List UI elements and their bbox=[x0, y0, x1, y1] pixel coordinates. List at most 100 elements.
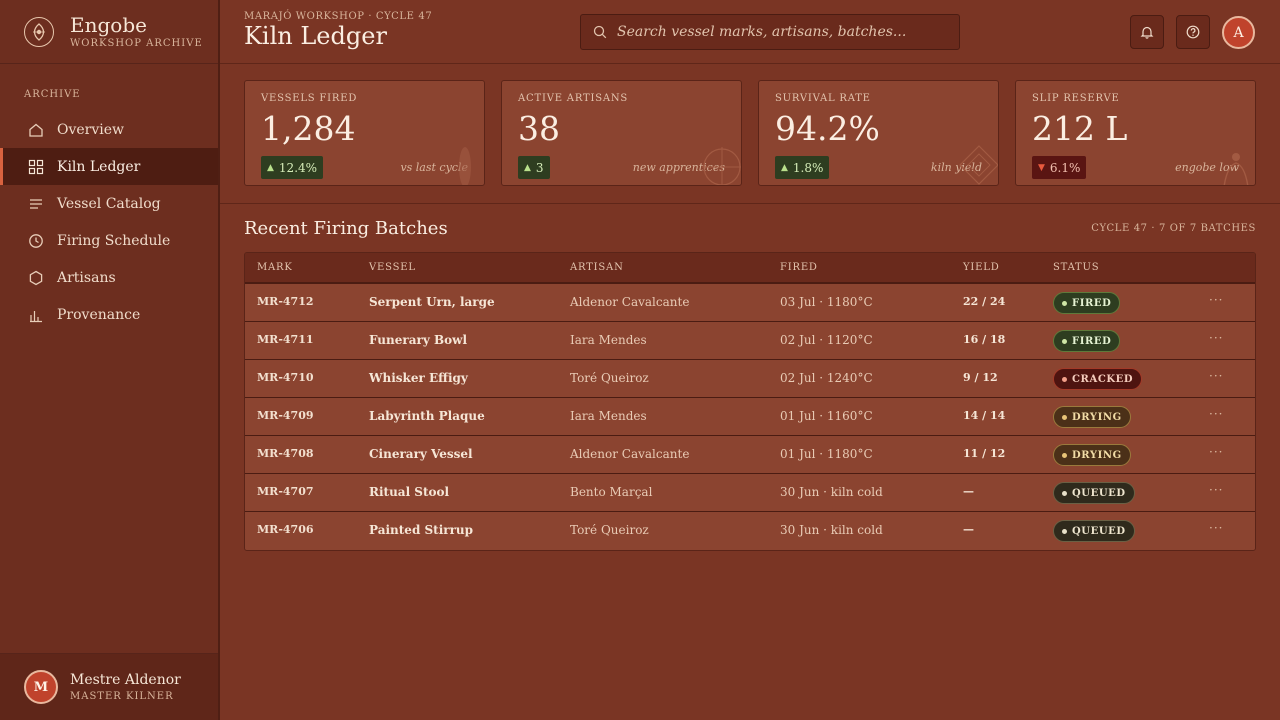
cell-yield: 16 / 18 bbox=[963, 333, 1006, 346]
sidebar-item-artisans[interactable]: Artisans bbox=[0, 259, 218, 296]
column-header-vessel[interactable]: VESSEL bbox=[369, 262, 416, 273]
cell-status: CRACKED bbox=[1053, 368, 1143, 390]
column-header-status[interactable]: STATUS bbox=[1053, 262, 1099, 273]
search-box[interactable] bbox=[580, 14, 960, 50]
sidebar-item-label: Firing Schedule bbox=[57, 232, 171, 249]
sidebar-item-kiln-ledger[interactable]: Kiln Ledger bbox=[0, 148, 218, 185]
cell-artisan: Toré Queiroz bbox=[570, 523, 649, 537]
status-dot-icon bbox=[1062, 452, 1067, 458]
status-dot-icon bbox=[1062, 490, 1067, 496]
cell-mark: MR-4711 bbox=[257, 333, 314, 346]
kpi-delta-badge: ▼ 6.1% bbox=[1032, 156, 1087, 179]
home-icon bbox=[28, 122, 44, 138]
table-row[interactable]: MR-4707 Ritual Stool Bento Marçal 30 Jun… bbox=[245, 474, 1255, 512]
sidebar-item-label: Overview bbox=[57, 121, 125, 138]
column-header-mark[interactable]: MARK bbox=[257, 262, 293, 273]
hexagon-icon bbox=[28, 270, 44, 286]
kpi-value: 1,284 bbox=[261, 109, 356, 148]
cell-yield: — bbox=[963, 523, 974, 536]
sidebar-item-overview[interactable]: Overview bbox=[0, 111, 218, 148]
crosshair-decoration-icon bbox=[702, 147, 741, 185]
table-row[interactable]: MR-4708 Cinerary Vessel Aldenor Cavalcan… bbox=[245, 436, 1255, 474]
cell-mark: MR-4712 bbox=[257, 295, 314, 308]
user-name: Mestre Aldenor bbox=[70, 672, 181, 688]
sidebar-item-label: Artisans bbox=[57, 269, 116, 286]
kpi-card-vessels-fired: VESSELS FIRED 1,284 ▲ 12.4% vs last cycl… bbox=[244, 80, 485, 186]
cell-fired: 30 Jun · kiln cold bbox=[780, 485, 883, 499]
kpi-label: ACTIVE ARTISANS bbox=[518, 93, 629, 104]
bar-chart-icon bbox=[28, 307, 44, 323]
list-icon bbox=[28, 196, 44, 212]
diamond-decoration-icon bbox=[959, 145, 998, 185]
account-avatar[interactable]: A bbox=[1222, 16, 1255, 49]
cell-yield: 14 / 14 bbox=[963, 409, 1006, 422]
sidebar-section-label: ARCHIVE bbox=[24, 89, 81, 100]
cell-fired: 01 Jul · 1160°C bbox=[780, 409, 873, 423]
section-title: Recent Firing Batches bbox=[244, 218, 448, 239]
table-row[interactable]: MR-4709 Labyrinth Plaque Iara Mendes 01 … bbox=[245, 398, 1255, 436]
cell-mark: MR-4706 bbox=[257, 523, 314, 536]
cell-vessel: Cinerary Vessel bbox=[369, 447, 473, 461]
kpi-value: 38 bbox=[518, 109, 560, 148]
brand[interactable]: Engobe WORKSHOP ARCHIVE bbox=[0, 0, 218, 64]
status-badge: QUEUED bbox=[1053, 482, 1135, 504]
kpi-card-active-artisans: ACTIVE ARTISANS 38 ▲ 3 new apprentices bbox=[501, 80, 742, 186]
bell-icon bbox=[1140, 25, 1154, 39]
status-badge: FIRED bbox=[1053, 330, 1121, 352]
cell-vessel: Labyrinth Plaque bbox=[369, 409, 485, 423]
row-more-button[interactable]: ··· bbox=[1209, 445, 1223, 459]
user-profile[interactable]: M Mestre Aldenor MASTER KILNER bbox=[0, 653, 218, 720]
status-label: QUEUED bbox=[1072, 487, 1126, 499]
arrow-down-icon: ▼ bbox=[1038, 162, 1045, 173]
cell-vessel: Ritual Stool bbox=[369, 485, 450, 499]
kpi-delta-value: 12.4% bbox=[278, 160, 318, 175]
table-row[interactable]: MR-4712 Serpent Urn, large Aldenor Caval… bbox=[245, 284, 1255, 322]
kpi-value: 212 L bbox=[1032, 109, 1128, 148]
table-row[interactable]: MR-4706 Painted Stirrup Toré Queiroz 30 … bbox=[245, 512, 1255, 550]
cell-status: FIRED bbox=[1053, 292, 1121, 314]
cell-fired: 01 Jul · 1180°C bbox=[780, 447, 873, 461]
brand-subtitle: WORKSHOP ARCHIVE bbox=[70, 38, 203, 49]
column-header-artisan[interactable]: ARTISAN bbox=[570, 262, 624, 273]
notifications-button[interactable] bbox=[1130, 15, 1164, 49]
row-more-button[interactable]: ··· bbox=[1209, 369, 1223, 383]
row-more-button[interactable]: ··· bbox=[1209, 521, 1223, 535]
section-divider bbox=[220, 203, 1280, 204]
cell-fired: 03 Jul · 1180°C bbox=[780, 295, 873, 309]
cell-artisan: Iara Mendes bbox=[570, 333, 647, 347]
sidebar-item-firing-schedule[interactable]: Firing Schedule bbox=[0, 222, 218, 259]
sidebar: Engobe WORKSHOP ARCHIVE ARCHIVE Overview… bbox=[0, 0, 220, 720]
sidebar-item-label: Vessel Catalog bbox=[57, 195, 161, 212]
status-badge: QUEUED bbox=[1053, 520, 1135, 542]
kpi-card-slip-reserve: SLIP RESERVE 212 L ▼ 6.1% engobe low bbox=[1015, 80, 1256, 186]
sidebar-nav: Overview Kiln Ledger Vessel Catalog Firi… bbox=[0, 111, 218, 333]
search-input[interactable] bbox=[617, 24, 947, 40]
cell-vessel: Painted Stirrup bbox=[369, 523, 474, 537]
kpi-value: 94.2% bbox=[775, 109, 880, 148]
row-more-button[interactable]: ··· bbox=[1209, 483, 1223, 497]
arrow-up-icon: ▲ bbox=[781, 162, 788, 173]
arrow-up-icon: ▲ bbox=[524, 162, 531, 173]
table-row[interactable]: MR-4710 Whisker Effigy Toré Queiroz 02 J… bbox=[245, 360, 1255, 398]
search-icon bbox=[593, 25, 607, 39]
column-header-yield[interactable]: YIELD bbox=[963, 262, 1000, 273]
row-more-button[interactable]: ··· bbox=[1209, 293, 1223, 307]
cell-yield: 9 / 12 bbox=[963, 371, 998, 384]
cell-artisan: Aldenor Cavalcante bbox=[570, 447, 690, 461]
sidebar-item-vessel-catalog[interactable]: Vessel Catalog bbox=[0, 185, 218, 222]
column-header-fired[interactable]: FIRED bbox=[780, 262, 818, 273]
firing-batches-table: MARK VESSEL ARTISAN FIRED YIELD STATUS M… bbox=[244, 252, 1256, 551]
sidebar-item-provenance[interactable]: Provenance bbox=[0, 296, 218, 333]
help-button[interactable] bbox=[1176, 15, 1210, 49]
row-more-button[interactable]: ··· bbox=[1209, 407, 1223, 421]
table-row[interactable]: MR-4711 Funerary Bowl Iara Mendes 02 Jul… bbox=[245, 322, 1255, 360]
cell-fired: 02 Jul · 1240°C bbox=[780, 371, 873, 385]
brand-logo-icon bbox=[24, 16, 54, 47]
arrow-up-icon: ▲ bbox=[267, 162, 274, 173]
status-label: QUEUED bbox=[1072, 525, 1126, 537]
cell-mark: MR-4709 bbox=[257, 409, 314, 422]
status-dot-icon bbox=[1062, 338, 1067, 344]
sidebar-item-label: Kiln Ledger bbox=[57, 158, 141, 175]
row-more-button[interactable]: ··· bbox=[1209, 331, 1223, 345]
cell-status: DRYING bbox=[1053, 444, 1131, 466]
